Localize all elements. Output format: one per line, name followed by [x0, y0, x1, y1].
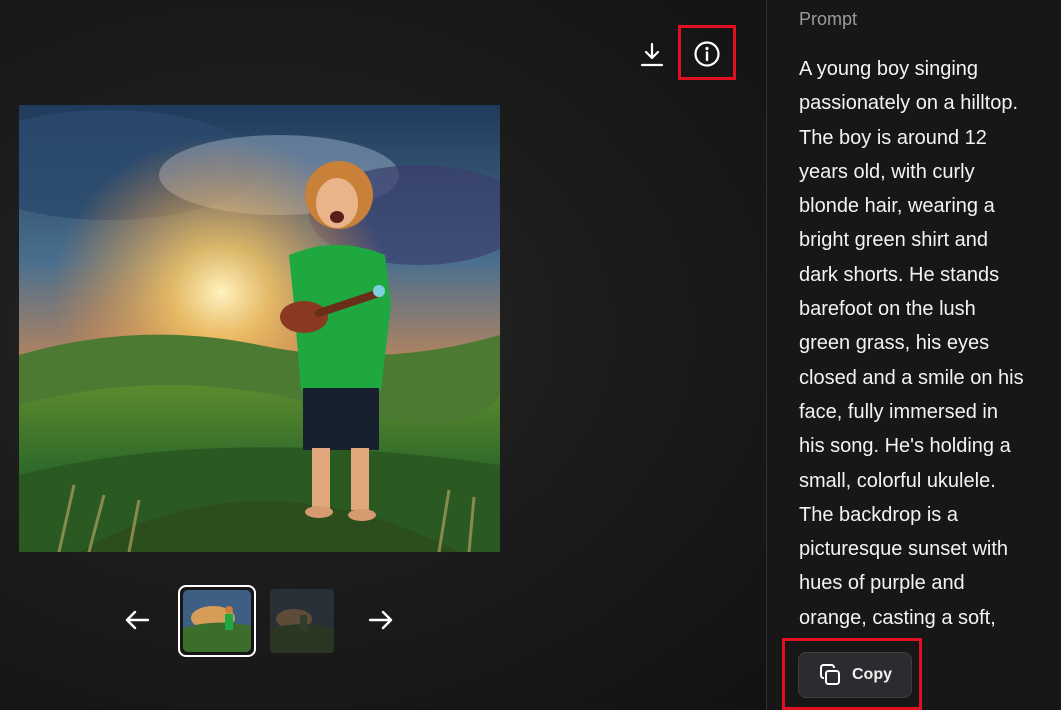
prompt-line: his song. He's holding a	[799, 435, 1011, 458]
prompt-line: dark shorts. He stands	[799, 263, 1000, 286]
download-icon	[640, 42, 664, 67]
prompt-line: picturesque sunset with	[799, 538, 1009, 561]
prompt-line: years old, with curly	[799, 160, 975, 183]
info-highlight-box	[678, 25, 736, 80]
thumbnail-1-selected[interactable]	[178, 585, 256, 657]
thumbnail-1-image	[183, 590, 251, 652]
copy-highlight-box	[782, 638, 922, 710]
prompt-line: A young boy singing	[799, 58, 979, 80]
next-image-button[interactable]	[365, 604, 397, 636]
prompt-line: closed and a smile on his	[799, 366, 1024, 389]
prompt-line: green grass, his eyes	[799, 332, 990, 355]
prompt-line: orange, casting a soft,	[799, 606, 996, 629]
prompt-line: bright green shirt and	[799, 229, 989, 252]
arrow-right-icon	[368, 610, 393, 630]
prompt-label: Prompt	[799, 9, 858, 29]
prompt-line: The boy is around 12	[799, 126, 987, 149]
prompt-line: passionately on a hilltop.	[799, 92, 1019, 115]
previous-image-button[interactable]	[121, 604, 153, 636]
prompt-line: small, colorful ukulele.	[799, 469, 996, 492]
prompt-line: The backdrop is a	[799, 503, 958, 526]
prompt-line: face, fully immersed in	[799, 400, 998, 423]
generated-image	[19, 105, 500, 552]
arrow-left-icon	[125, 610, 150, 630]
prompt-line: barefoot on the lush	[799, 298, 976, 321]
prompt-line: blonde hair, wearing a	[799, 195, 995, 218]
thumbnail-2[interactable]	[270, 589, 334, 653]
thumbnail-2-image	[270, 589, 334, 653]
prompt-line: hues of purple and	[799, 572, 965, 595]
download-button[interactable]	[636, 39, 668, 71]
prompt-text: A young boy singing passionately on a hi…	[799, 52, 1061, 635]
